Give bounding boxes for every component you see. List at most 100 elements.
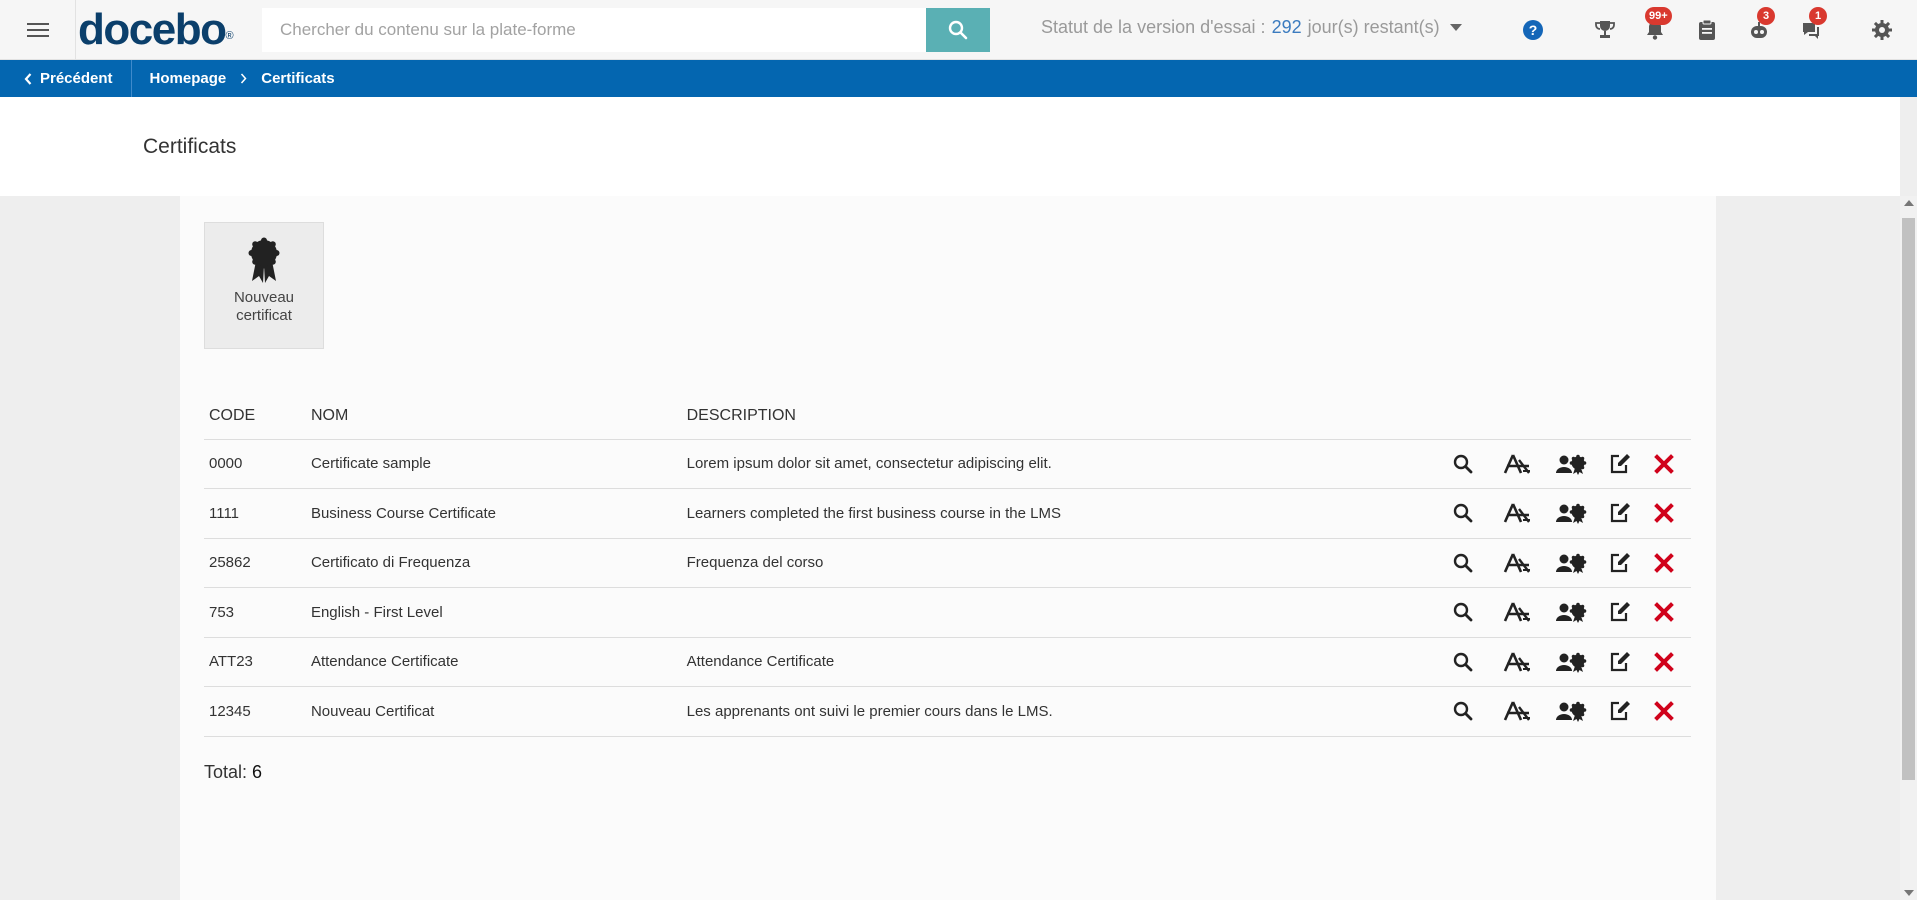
back-button[interactable]: Précédent — [0, 60, 132, 97]
clipboard-icon — [1699, 19, 1715, 40]
preview-button[interactable] — [1436, 498, 1490, 528]
cell-code: 25862 — [204, 538, 306, 588]
delete-button[interactable] — [1642, 597, 1686, 627]
table-header-row: CODE NOM DESCRIPTION — [204, 394, 1691, 440]
close-icon — [1654, 453, 1674, 474]
chevron-down-icon — [1449, 24, 1462, 31]
column-header-code[interactable]: CODE — [204, 394, 306, 440]
assign-users-button[interactable] — [1544, 548, 1598, 578]
assign-users-button[interactable] — [1544, 647, 1598, 677]
edit-template-button[interactable] — [1490, 548, 1544, 578]
cell-description: Les apprenants ont suivi le premier cour… — [681, 686, 1431, 737]
template-design-icon — [1503, 553, 1530, 573]
preview-button[interactable] — [1436, 548, 1490, 578]
help-icon: ? — [1523, 20, 1543, 40]
edit-button[interactable] — [1598, 449, 1642, 479]
assign-users-button[interactable] — [1544, 696, 1598, 726]
close-icon — [1654, 602, 1674, 623]
certificates-table: CODE NOM DESCRIPTION 0000 Certificate sa… — [204, 394, 1691, 737]
column-header-name[interactable]: NOM — [305, 394, 682, 440]
cell-description: Learners completed the first business co… — [681, 488, 1431, 539]
docebo-logo[interactable]: docebo® — [78, 4, 234, 56]
delete-button[interactable] — [1642, 449, 1686, 479]
edit-button[interactable] — [1598, 696, 1642, 726]
gamification-button[interactable] — [1591, 16, 1619, 44]
chat-button[interactable]: 1 — [1797, 7, 1827, 44]
delete-button[interactable] — [1642, 647, 1686, 677]
preview-button[interactable] — [1436, 449, 1490, 479]
total-value: 6 — [252, 762, 263, 782]
template-design-icon — [1503, 602, 1530, 622]
table-row: 753 English - First Level — [204, 587, 1691, 638]
magnifier-icon — [1453, 553, 1473, 573]
cell-name: English - First Level — [305, 587, 682, 638]
search-button[interactable] — [926, 8, 990, 52]
cell-name: Attendance Certificate — [305, 637, 682, 687]
vertical-scrollbar[interactable] — [1900, 196, 1917, 900]
magnifier-icon — [1453, 454, 1473, 474]
edit-icon — [1610, 503, 1630, 523]
scroll-up-arrow[interactable] — [1904, 200, 1914, 206]
edit-button[interactable] — [1598, 498, 1642, 528]
column-header-description[interactable]: DESCRIPTION — [681, 394, 1431, 440]
edit-button[interactable] — [1598, 647, 1642, 677]
virtual-coach-badge: 3 — [1757, 7, 1775, 25]
scroll-down-arrow[interactable] — [1904, 890, 1914, 896]
delete-button[interactable] — [1642, 696, 1686, 726]
template-design-icon — [1503, 701, 1530, 721]
trial-status-dropdown[interactable]: Statut de la version d'essai : 292 jour(… — [1041, 17, 1462, 38]
total-count: Total: 6 — [204, 762, 262, 783]
page-title: Certificats — [143, 135, 237, 158]
edit-template-button[interactable] — [1490, 647, 1544, 677]
cell-description: Lorem ipsum dolor sit amet, consectetur … — [681, 439, 1431, 489]
assign-users-button[interactable] — [1544, 498, 1598, 528]
search-input[interactable] — [262, 8, 926, 52]
edit-icon — [1610, 552, 1630, 572]
total-label: Total: — [204, 762, 248, 782]
cell-actions — [1431, 587, 1691, 638]
preview-button[interactable] — [1436, 597, 1490, 627]
edit-template-button[interactable] — [1490, 597, 1544, 627]
settings-button[interactable] — [1868, 16, 1896, 44]
edit-button[interactable] — [1598, 597, 1642, 627]
edit-template-button[interactable] — [1490, 449, 1544, 479]
template-design-icon — [1503, 503, 1530, 523]
breadcrumb-homepage[interactable]: Homepage — [150, 70, 227, 87]
column-header-actions — [1431, 394, 1691, 440]
cell-code: ATT23 — [204, 637, 306, 687]
magnifier-icon — [1453, 652, 1473, 672]
cell-actions — [1431, 488, 1691, 539]
breadcrumb-current: Certificats — [261, 70, 335, 87]
delete-button[interactable] — [1642, 498, 1686, 528]
menu-button[interactable] — [0, 0, 76, 60]
help-button[interactable]: ? — [1519, 16, 1547, 44]
users-award-icon — [1556, 701, 1587, 723]
virtual-coach-button[interactable]: 3 — [1745, 7, 1775, 44]
assignments-button[interactable] — [1693, 16, 1721, 44]
table-row: 12345 Nouveau Certificat Les apprenants … — [204, 686, 1691, 737]
preview-button[interactable] — [1436, 647, 1490, 677]
edit-icon — [1610, 602, 1630, 622]
scrollbar-thumb[interactable] — [1902, 218, 1915, 780]
users-award-icon — [1556, 602, 1587, 624]
delete-button[interactable] — [1642, 548, 1686, 578]
close-icon — [1654, 503, 1674, 524]
top-bar: docebo® Statut de la version d'essai : 2… — [0, 0, 1917, 60]
cell-actions — [1431, 686, 1691, 737]
assign-users-button[interactable] — [1544, 449, 1598, 479]
cell-name: Nouveau Certificat — [305, 686, 682, 737]
edit-template-button[interactable] — [1490, 696, 1544, 726]
template-design-icon — [1503, 652, 1530, 672]
cell-name: Business Course Certificate — [305, 488, 682, 539]
edit-button[interactable] — [1598, 548, 1642, 578]
notifications-button[interactable]: 99+ — [1641, 7, 1672, 44]
users-award-icon — [1556, 454, 1587, 475]
assign-users-button[interactable] — [1544, 597, 1598, 627]
close-icon — [1654, 701, 1674, 722]
cell-code: 1111 — [204, 488, 306, 539]
preview-button[interactable] — [1436, 696, 1490, 726]
hamburger-icon — [26, 19, 49, 41]
new-certificate-button[interactable]: Nouveau certificat — [204, 222, 324, 349]
edit-template-button[interactable] — [1490, 498, 1544, 528]
magnifier-icon — [1453, 504, 1473, 523]
